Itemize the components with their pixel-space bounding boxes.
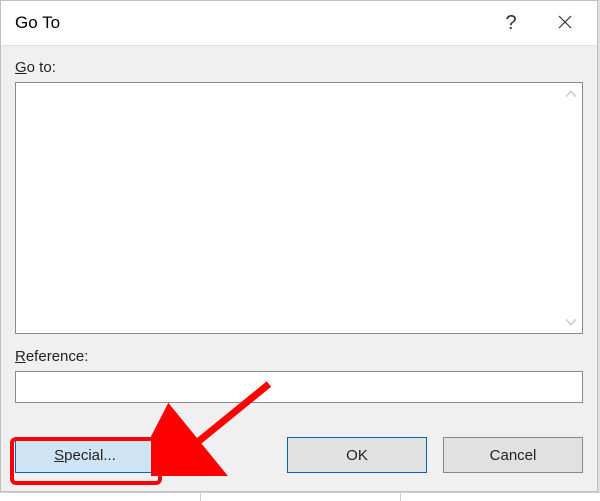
special-button[interactable]: Special... xyxy=(15,437,155,473)
button-row: Special... OK Cancel xyxy=(15,437,583,479)
cancel-button[interactable]: Cancel xyxy=(443,437,583,473)
goto-label: Go to: xyxy=(15,59,583,76)
spreadsheet-gridlines xyxy=(0,492,600,501)
help-icon: ? xyxy=(505,12,516,35)
close-icon xyxy=(558,13,572,34)
dialog-title: Go To xyxy=(1,13,60,33)
reference-label: Reference: xyxy=(15,348,583,365)
titlebar: Go To ? xyxy=(1,1,597,46)
close-button[interactable] xyxy=(539,1,591,45)
reference-input[interactable] xyxy=(15,371,583,403)
scroll-down-icon[interactable] xyxy=(562,313,580,331)
goto-listbox[interactable] xyxy=(15,82,583,334)
ok-button[interactable]: OK xyxy=(287,437,427,473)
help-button[interactable]: ? xyxy=(485,1,537,45)
scroll-up-icon[interactable] xyxy=(562,85,580,103)
go-to-dialog: Go To ? Go to: Reference: xyxy=(0,0,598,492)
dialog-client-area: Go to: Reference: Special... OK Cancel xyxy=(1,45,597,491)
